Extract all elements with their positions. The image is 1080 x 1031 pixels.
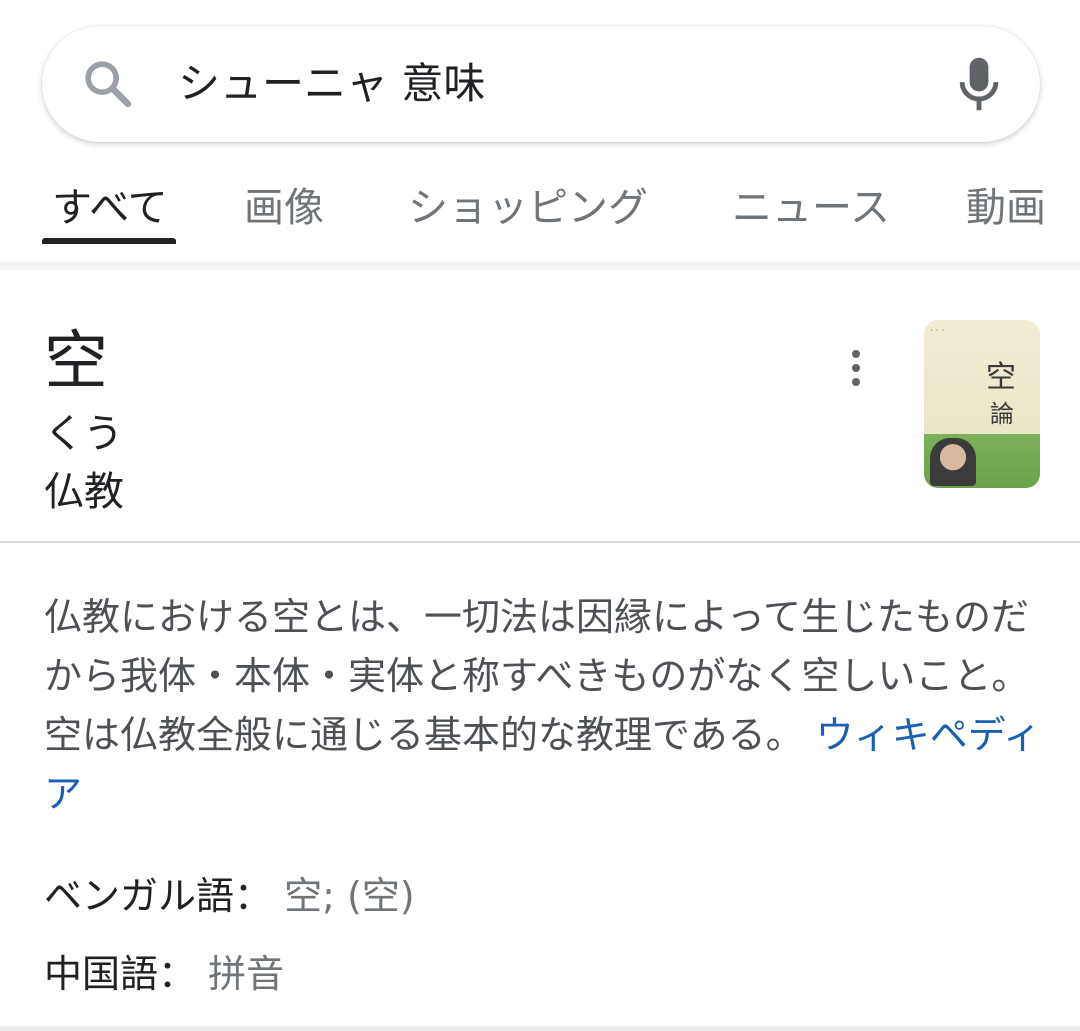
search-input[interactable]: シューニャ 意味 [178, 52, 485, 116]
section-divider [0, 541, 1080, 543]
language-row-bengali: ベンガル語： 空; (空) [44, 868, 415, 924]
author-portrait [930, 438, 976, 486]
more-vert-icon[interactable] [840, 344, 872, 392]
search-tabs: すべて 画像 ショッピング ニュース 動画 [0, 168, 1080, 248]
entry-reading: くう [44, 411, 124, 457]
language-value: 空; (空) [284, 874, 415, 918]
thumbnail-title-line2: 論 [990, 400, 1014, 428]
search-icon[interactable] [80, 56, 136, 112]
language-row-chinese: 中国語： 拼音 [44, 946, 284, 1002]
tab-shopping[interactable]: ショッピング [408, 168, 648, 248]
tab-videos[interactable]: 動画 [966, 168, 1046, 248]
language-value: 拼音 [208, 952, 285, 996]
description: 仏教における空とは、一切法は因縁によって生じたものだから我体・本体・実体と称すべ… [44, 588, 1044, 824]
thumbnail-title-line1: 空 [986, 360, 1016, 395]
active-tab-indicator [42, 238, 176, 244]
thumbnail-author-text: · · · [930, 326, 945, 336]
book-thumbnail[interactable]: · · · 空 論 [924, 320, 1040, 488]
language-label: 中国語： [44, 952, 197, 996]
bottom-divider [0, 1026, 1080, 1031]
tab-news[interactable]: ニュース [732, 168, 890, 248]
tab-all[interactable]: すべて [52, 168, 168, 248]
tab-images[interactable]: 画像 [244, 168, 324, 248]
entry-headword: 空 [44, 325, 108, 399]
entry-category: 仏教 [44, 469, 124, 515]
tabs-divider [0, 262, 1080, 270]
search-bar[interactable]: シューニャ 意味 [42, 26, 1040, 142]
mic-icon[interactable] [956, 54, 1002, 114]
language-label: ベンガル語： [44, 874, 273, 918]
